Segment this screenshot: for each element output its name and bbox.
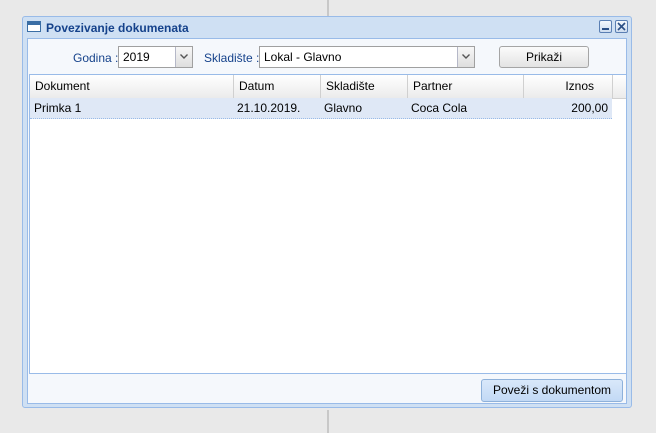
year-select[interactable]: 2019 <box>118 46 193 68</box>
cell-datum: 21.10.2019. <box>237 101 301 115</box>
documents-grid: Dokument Datum Skladište Partner Iznos P… <box>29 74 627 374</box>
column-header-iznos[interactable]: Iznos <box>524 75 613 98</box>
cell-dokument: Primka 1 <box>34 101 82 115</box>
cell-iznos: 200,00 <box>571 101 608 115</box>
warehouse-dropdown-trigger[interactable] <box>457 47 474 67</box>
grid-header: Dokument Datum Skladište Partner Iznos <box>30 75 626 99</box>
warehouse-label: Skladište : <box>204 51 260 65</box>
column-header-partner[interactable]: Partner <box>408 75 524 98</box>
cell-skladiste: Glavno <box>324 101 363 115</box>
column-header-skladiste[interactable]: Skladište <box>321 75 408 98</box>
column-header-datum[interactable]: Datum <box>234 75 321 98</box>
link-document-button[interactable]: Poveži s dokumentom <box>481 379 623 402</box>
show-button[interactable]: Prikaži <box>499 46 589 68</box>
cell-partner: Coca Cola <box>411 101 468 115</box>
minimize-icon[interactable] <box>599 20 612 33</box>
warehouse-select[interactable]: Lokal - Glavno <box>259 46 475 68</box>
window-icon <box>27 21 41 32</box>
column-header-dokument[interactable]: Dokument <box>30 75 234 98</box>
year-dropdown-trigger[interactable] <box>175 47 192 67</box>
year-label: Godina : <box>73 51 119 65</box>
window-title: Povezivanje dokumenata <box>46 21 189 35</box>
window-titlebar[interactable]: Povezivanje dokumenata <box>23 17 631 39</box>
table-row[interactable]: Primka 1 21.10.2019. Glavno Coca Cola 20… <box>30 98 612 119</box>
warehouse-value: Lokal - Glavno <box>264 50 342 64</box>
chevron-down-icon <box>180 54 188 59</box>
linking-documents-window: Povezivanje dokumenata Godina : 2019 Skl… <box>22 16 632 408</box>
background-divider-bottom <box>327 410 329 433</box>
window-footer: Poveži s dokumentom <box>28 374 626 403</box>
window-body: Godina : 2019 Skladište : Lokal - Glavno… <box>27 38 627 404</box>
close-icon[interactable] <box>615 20 628 33</box>
year-value: 2019 <box>123 50 150 64</box>
background-divider-top <box>327 0 329 16</box>
chevron-down-icon <box>462 54 470 59</box>
